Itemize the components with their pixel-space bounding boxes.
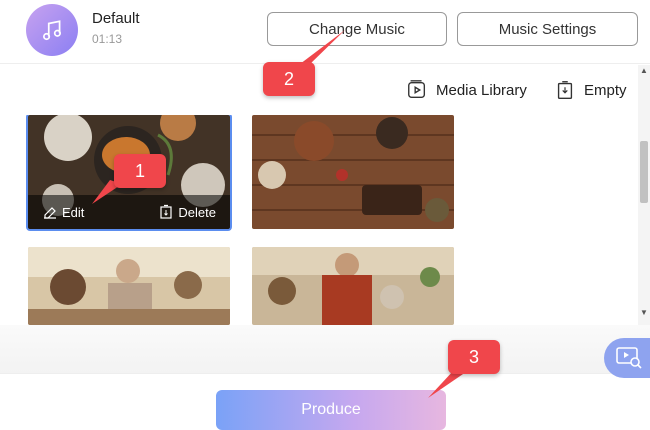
media-library-button[interactable]: Media Library: [406, 79, 527, 101]
change-music-button[interactable]: Change Music: [267, 12, 447, 46]
media-grid: Edit Delete: [0, 115, 638, 325]
music-disc: [26, 4, 78, 56]
media-toolbar: Media Library Empty: [0, 65, 638, 115]
empty-label: Empty: [584, 81, 627, 99]
media-thumbnail-2[interactable]: [252, 115, 454, 229]
wooden-table-food-image: [252, 115, 454, 229]
holiday-dinner-image: [252, 247, 454, 325]
scroll-thumb[interactable]: [640, 141, 648, 203]
preview-button[interactable]: [604, 338, 650, 378]
track-name: Default: [92, 10, 140, 27]
family-dinner-image: [28, 247, 230, 325]
preview-magnifier-icon: [616, 347, 642, 369]
content-divider: [0, 325, 650, 373]
media-thumbnail-3[interactable]: [28, 247, 230, 325]
delete-label: Delete: [178, 204, 216, 220]
delete-button[interactable]: Delete: [158, 204, 216, 220]
music-note-icon: [43, 20, 61, 41]
scroll-up-arrow-icon[interactable]: ▲: [640, 67, 648, 75]
empty-button[interactable]: Empty: [554, 79, 627, 101]
edit-label: Edit: [62, 204, 85, 220]
music-settings-button[interactable]: Music Settings: [457, 12, 638, 46]
produce-button[interactable]: Produce: [216, 390, 446, 430]
media-thumbnail-4[interactable]: [252, 247, 454, 325]
media-library-icon: [408, 80, 426, 99]
thumbnail-actions: Edit Delete: [28, 195, 230, 229]
eraser-icon: [44, 207, 56, 219]
track-duration: 01:13: [92, 32, 123, 46]
step-callout-2: 2: [263, 62, 315, 96]
edit-button[interactable]: Edit: [42, 204, 84, 220]
vertical-scrollbar[interactable]: ▲ ▼: [638, 65, 650, 325]
scroll-down-arrow-icon[interactable]: ▼: [640, 309, 648, 317]
music-header: Default 01:13 Change Music Music Setting…: [0, 0, 650, 64]
step-callout-1: 1: [114, 154, 166, 188]
trash-icon: [557, 81, 573, 99]
step-callout-3: 3: [448, 340, 500, 374]
trash-icon: [160, 204, 173, 219]
media-library-label: Media Library: [436, 81, 527, 99]
